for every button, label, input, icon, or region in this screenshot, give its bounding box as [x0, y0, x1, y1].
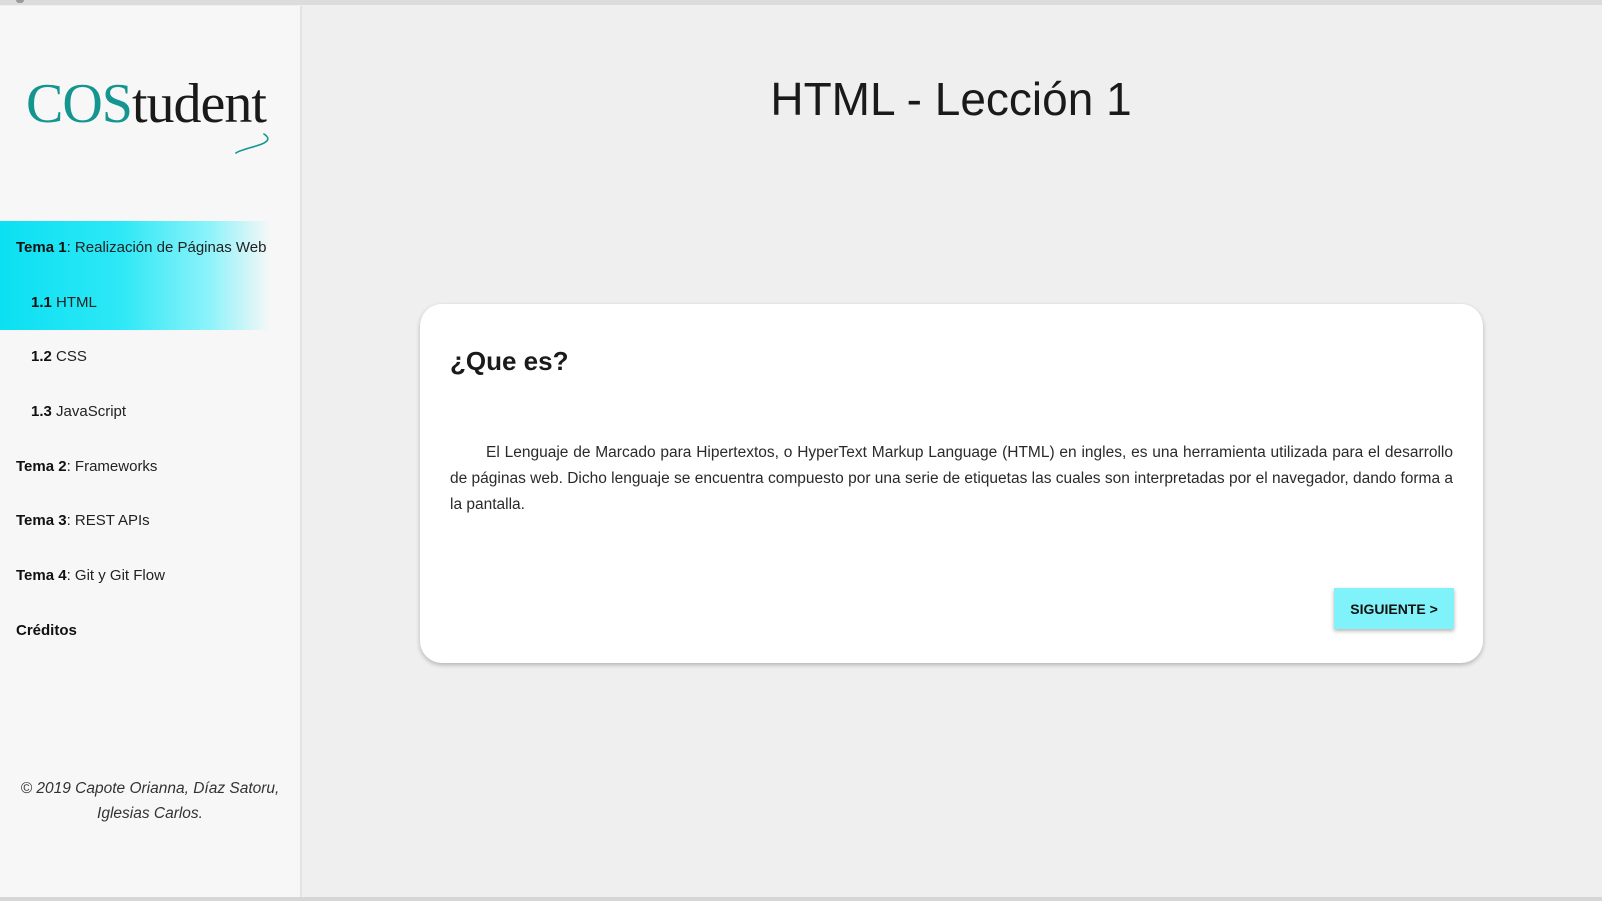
logo-swoosh-icon	[235, 133, 269, 154]
costudent-logo[interactable]: COStudent	[26, 68, 276, 163]
sidebar-item-javascript[interactable]: 1.3 JavaScript	[0, 385, 300, 440]
footer-authors-line-1: © 2019 Capote Orianna, Díaz Satoru,	[20, 780, 280, 797]
sidebar-footer: © 2019 Capote Orianna, Díaz Satoru, Igle…	[0, 776, 300, 826]
sidebar-item-html[interactable]: 1.1 HTML	[0, 276, 300, 331]
page-title: HTML - Lección 1	[770, 73, 1132, 125]
top-border	[0, 0, 1602, 5]
sidebar-item-css[interactable]: 1.2 CSS	[0, 330, 300, 385]
sidebar-item-tema-2[interactable]: Tema 2: Frameworks	[0, 440, 300, 495]
next-button[interactable]: SIGUIENTE >	[1334, 588, 1454, 629]
lesson-card: ¿Que es? El Lenguaje de Marcado para Hip…	[420, 304, 1483, 663]
sidebar-item-creditos[interactable]: Créditos	[0, 604, 300, 659]
sidebar-item-tema-4[interactable]: Tema 4: Git y Git Flow	[0, 549, 300, 604]
card-body-text: El Lenguaje de Marcado para Hipertextos,…	[450, 444, 1453, 513]
app-window: COStudent Tema 1: Realización de Páginas…	[0, 0, 1602, 901]
sidebar-item-tema-3[interactable]: Tema 3: REST APIs	[0, 494, 300, 549]
card-heading: ¿Que es?	[450, 346, 569, 376]
sidebar-item-tema-1[interactable]: Tema 1: Realización de Páginas Web	[0, 221, 300, 276]
sidebar-nav: Tema 1: Realización de Páginas Web 1.1 H…	[0, 221, 300, 659]
footer-authors-line-2: Iglesias Carlos.	[97, 805, 203, 822]
bottom-border	[0, 897, 1602, 901]
